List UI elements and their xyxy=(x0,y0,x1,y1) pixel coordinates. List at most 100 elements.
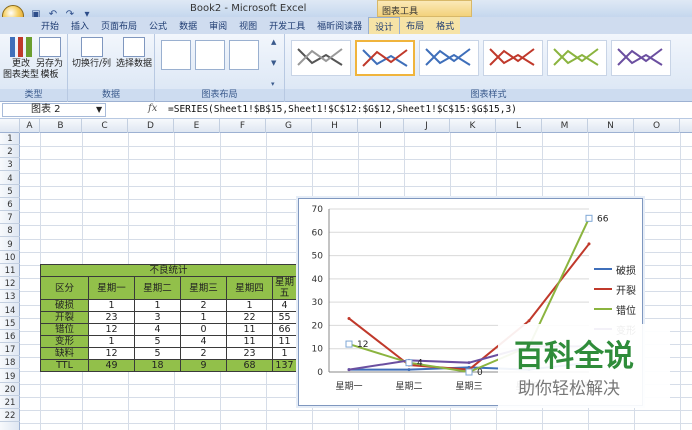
layout-thumb-3[interactable] xyxy=(229,40,259,70)
row-header-10[interactable]: 10 xyxy=(0,252,20,264)
row-header-12[interactable]: 12 xyxy=(0,278,20,291)
row-header-17[interactable]: 17 xyxy=(0,344,20,357)
row-header-18[interactable]: 18 xyxy=(0,357,20,370)
column-header-a[interactable]: A xyxy=(20,119,40,133)
table-cell[interactable]: 23 xyxy=(226,347,273,360)
table-cell[interactable]: 11 xyxy=(272,335,297,348)
row-header-20[interactable]: 20 xyxy=(0,384,20,396)
tab-1[interactable]: 插入 xyxy=(65,17,95,34)
chart-style-6[interactable] xyxy=(611,40,671,76)
table-cell[interactable]: 22 xyxy=(226,311,273,324)
row-label-cell[interactable]: TTL xyxy=(40,359,89,372)
chart-style-3[interactable] xyxy=(419,40,479,76)
row-header-4[interactable]: 4 xyxy=(0,173,20,185)
row-header-8[interactable]: 8 xyxy=(0,225,20,238)
table-header[interactable]: 星期五 xyxy=(272,276,297,300)
row-label-cell[interactable]: 变形 xyxy=(40,335,89,348)
tab-10[interactable]: 布局 xyxy=(400,17,431,34)
table-cell[interactable]: 1 xyxy=(88,335,135,348)
change-chart-type-button[interactable]: 更改 图表类型 xyxy=(3,37,39,81)
legend-item[interactable]: 开裂 xyxy=(594,279,636,299)
tab-11[interactable]: 格式 xyxy=(430,17,461,34)
tab-3[interactable]: 公式 xyxy=(143,17,173,34)
name-box-dropdown-icon[interactable]: ▼ xyxy=(96,105,102,114)
tab-2[interactable]: 页面布局 xyxy=(95,17,143,34)
column-header-m[interactable]: M xyxy=(542,119,588,133)
tab-0[interactable]: 开始 xyxy=(35,17,65,34)
column-header-e[interactable]: E xyxy=(174,119,220,133)
column-header-l[interactable]: L xyxy=(496,119,542,133)
table-header[interactable]: 星期一 xyxy=(88,276,135,300)
table-cell[interactable]: 4 xyxy=(134,323,181,336)
column-header-n[interactable]: N xyxy=(588,119,634,133)
select-all-corner[interactable] xyxy=(0,119,20,133)
table-cell[interactable]: 137 xyxy=(272,359,297,372)
table-cell[interactable]: 12 xyxy=(88,347,135,360)
table-cell[interactable]: 1 xyxy=(226,299,273,312)
row-header-2[interactable]: 2 xyxy=(0,146,20,159)
row-label-cell[interactable]: 破损 xyxy=(40,299,89,312)
table-cell[interactable]: 2 xyxy=(180,347,227,360)
layout-thumb-2[interactable] xyxy=(195,40,225,70)
row-header-14[interactable]: 14 xyxy=(0,305,20,317)
row-header-5[interactable]: 5 xyxy=(0,186,20,198)
table-cell[interactable]: 1 xyxy=(272,347,297,360)
table-cell[interactable]: 4 xyxy=(180,335,227,348)
layout-thumb-1[interactable] xyxy=(161,40,191,70)
tab-7[interactable]: 开发工具 xyxy=(263,17,311,34)
legend-item[interactable]: 破损 xyxy=(594,259,636,279)
table-title[interactable]: 不良统计 xyxy=(40,264,297,277)
column-header-d[interactable]: D xyxy=(128,119,174,133)
table-cell[interactable]: 0 xyxy=(180,323,227,336)
tab-4[interactable]: 数据 xyxy=(173,17,203,34)
column-header-j[interactable]: J xyxy=(404,119,450,133)
chart-style-4[interactable] xyxy=(483,40,543,76)
row-label-cell[interactable]: 错位 xyxy=(40,323,89,336)
table-cell[interactable]: 2 xyxy=(180,299,227,312)
row-header-16[interactable]: 16 xyxy=(0,331,20,343)
name-box[interactable]: 图表 2 xyxy=(2,103,106,117)
table-cell[interactable]: 1 xyxy=(134,299,181,312)
switch-row-col-button[interactable]: 切换行/列 xyxy=(72,37,111,70)
table-header[interactable]: 区分 xyxy=(40,276,89,300)
column-header-g[interactable]: G xyxy=(266,119,312,133)
column-header-h[interactable]: H xyxy=(312,119,358,133)
table-cell[interactable]: 12 xyxy=(88,323,135,336)
layouts-scroll[interactable]: ▲ ▼ ▾ xyxy=(271,38,279,88)
select-data-button[interactable]: 选择数据 xyxy=(116,37,152,70)
table-cell[interactable]: 23 xyxy=(88,311,135,324)
column-header-b[interactable]: B xyxy=(40,119,82,133)
table-cell[interactable]: 4 xyxy=(272,299,297,312)
tab-6[interactable]: 视图 xyxy=(233,17,263,34)
table-cell[interactable]: 5 xyxy=(134,347,181,360)
table-cell[interactable]: 68 xyxy=(226,359,273,372)
row-header-6[interactable]: 6 xyxy=(0,199,20,211)
table-cell[interactable]: 9 xyxy=(180,359,227,372)
column-header-f[interactable]: F xyxy=(220,119,266,133)
chart-style-1[interactable] xyxy=(291,40,351,76)
table-cell[interactable]: 11 xyxy=(226,323,273,336)
table-header[interactable]: 星期三 xyxy=(180,276,227,300)
tab-5[interactable]: 审阅 xyxy=(203,17,233,34)
row-header-3[interactable]: 3 xyxy=(0,159,20,172)
column-header-i[interactable]: I xyxy=(358,119,404,133)
table-header[interactable]: 星期二 xyxy=(134,276,181,300)
legend-item[interactable]: 错位 xyxy=(594,299,636,319)
row-header-11[interactable]: 11 xyxy=(0,265,20,277)
tab-8[interactable]: 福昕阅读器 xyxy=(311,17,368,34)
table-cell[interactable]: 18 xyxy=(134,359,181,372)
row-header-22[interactable]: 22 xyxy=(0,410,20,423)
formula-input[interactable]: =SERIES(Sheet1!$B$15,Sheet1!$C$12:$G$12,… xyxy=(168,104,517,115)
table-cell[interactable]: 5 xyxy=(134,335,181,348)
tab-9[interactable]: 设计 xyxy=(368,17,401,34)
fx-icon[interactable]: fx xyxy=(148,103,157,114)
table-cell[interactable]: 11 xyxy=(226,335,273,348)
chart-style-2[interactable] xyxy=(355,40,415,76)
save-template-button[interactable]: 另存为 模板 xyxy=(36,37,63,81)
table-cell[interactable]: 66 xyxy=(272,323,297,336)
table-cell[interactable]: 49 xyxy=(88,359,135,372)
column-header-k[interactable]: K xyxy=(450,119,496,133)
table-cell[interactable]: 55 xyxy=(272,311,297,324)
row-header-7[interactable]: 7 xyxy=(0,212,20,225)
row-label-cell[interactable]: 缺料 xyxy=(40,347,89,360)
